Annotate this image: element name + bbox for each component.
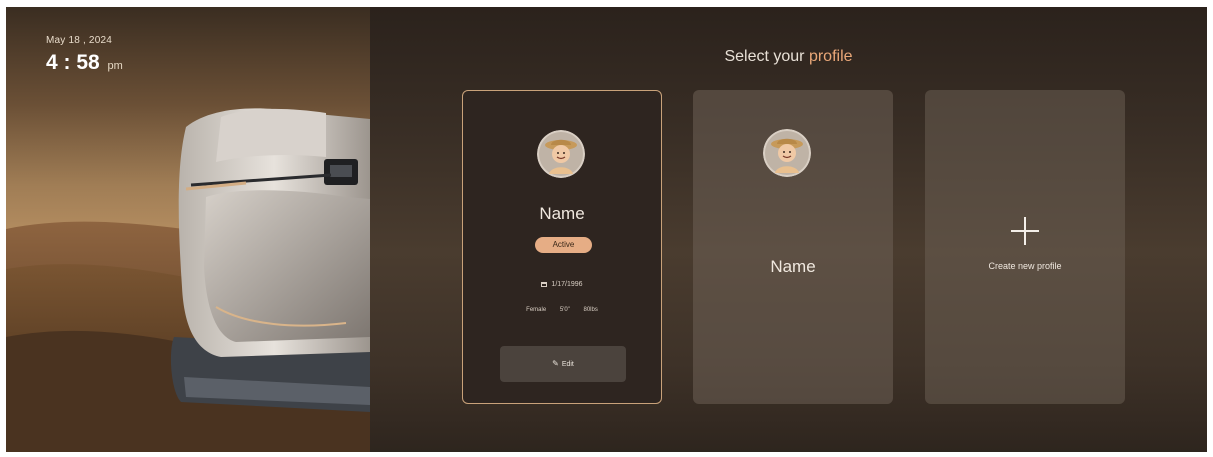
status-badge: Active [535,237,592,253]
profile-card-active[interactable]: Name Active 1/17/1996 Female 5'0" 80lbs … [462,90,662,404]
weight-value: 80lbs [583,307,598,313]
page-title: Select your profile [370,48,1207,66]
profile-stats: Female 5'0" 80lbs [463,307,661,313]
clock-label: 4 : 58 pm [46,51,123,75]
pencil-icon: ✎ [552,359,559,368]
app-screen: May 18 , 2024 4 : 58 pm Select your prof… [6,7,1207,452]
date-label: May 18 , 2024 [46,35,112,46]
height-value: 5'0" [559,307,570,313]
user-avatar-icon [763,129,811,177]
ampm-label: pm [107,60,123,72]
profile-card[interactable]: Name [693,90,893,404]
user-avatar-icon [537,130,585,178]
profile-name: Name [539,204,585,223]
birthdate-value: 1/17/1996 [551,281,583,288]
title-accent: profile [808,48,853,65]
plus-icon [1011,217,1039,245]
time-value: 4 : 58 [46,51,100,74]
edit-button[interactable]: ✎ Edit [500,346,626,382]
create-profile-label: Create new profile [988,261,1062,271]
hero-panel: May 18 , 2024 4 : 58 pm [6,7,370,452]
profile-name: Name [770,257,816,276]
gender-value: Female [526,307,547,313]
create-profile-card[interactable]: Create new profile [925,90,1125,404]
title-prefix: Select your [724,48,805,65]
calendar-icon [541,282,548,287]
profile-select-panel: Select your profile Name Active 1/17/199… [370,7,1207,452]
birthdate-row: 1/17/1996 [463,281,661,288]
edit-label: Edit [561,361,574,368]
